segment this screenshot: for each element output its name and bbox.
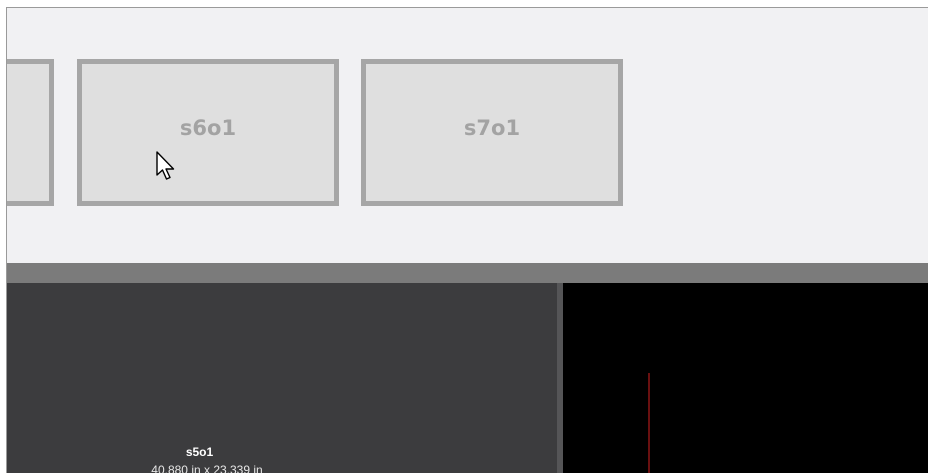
tile-partial-left[interactable] [7, 59, 54, 206]
tile-label: s7o1 [463, 115, 521, 140]
canvas-view[interactable] [563, 283, 928, 473]
tile-s7o1[interactable]: s7o1 [361, 59, 623, 206]
tile-s6o1[interactable]: s6o1 [77, 59, 339, 206]
panel-divider[interactable] [7, 263, 928, 283]
guide-line [648, 373, 650, 473]
tile-label: s6o1 [179, 115, 237, 140]
mouse-pointer-icon [156, 151, 175, 180]
item-name-label: s5o1 [185, 445, 214, 459]
tile-selector-panel: s6o1 s7o1 [7, 8, 928, 263]
app-window: s6o1 s7o1 s5o1 40.880 in x 23.339 in [6, 7, 928, 473]
item-preview-pane: s5o1 40.880 in x 23.339 in [7, 283, 557, 473]
